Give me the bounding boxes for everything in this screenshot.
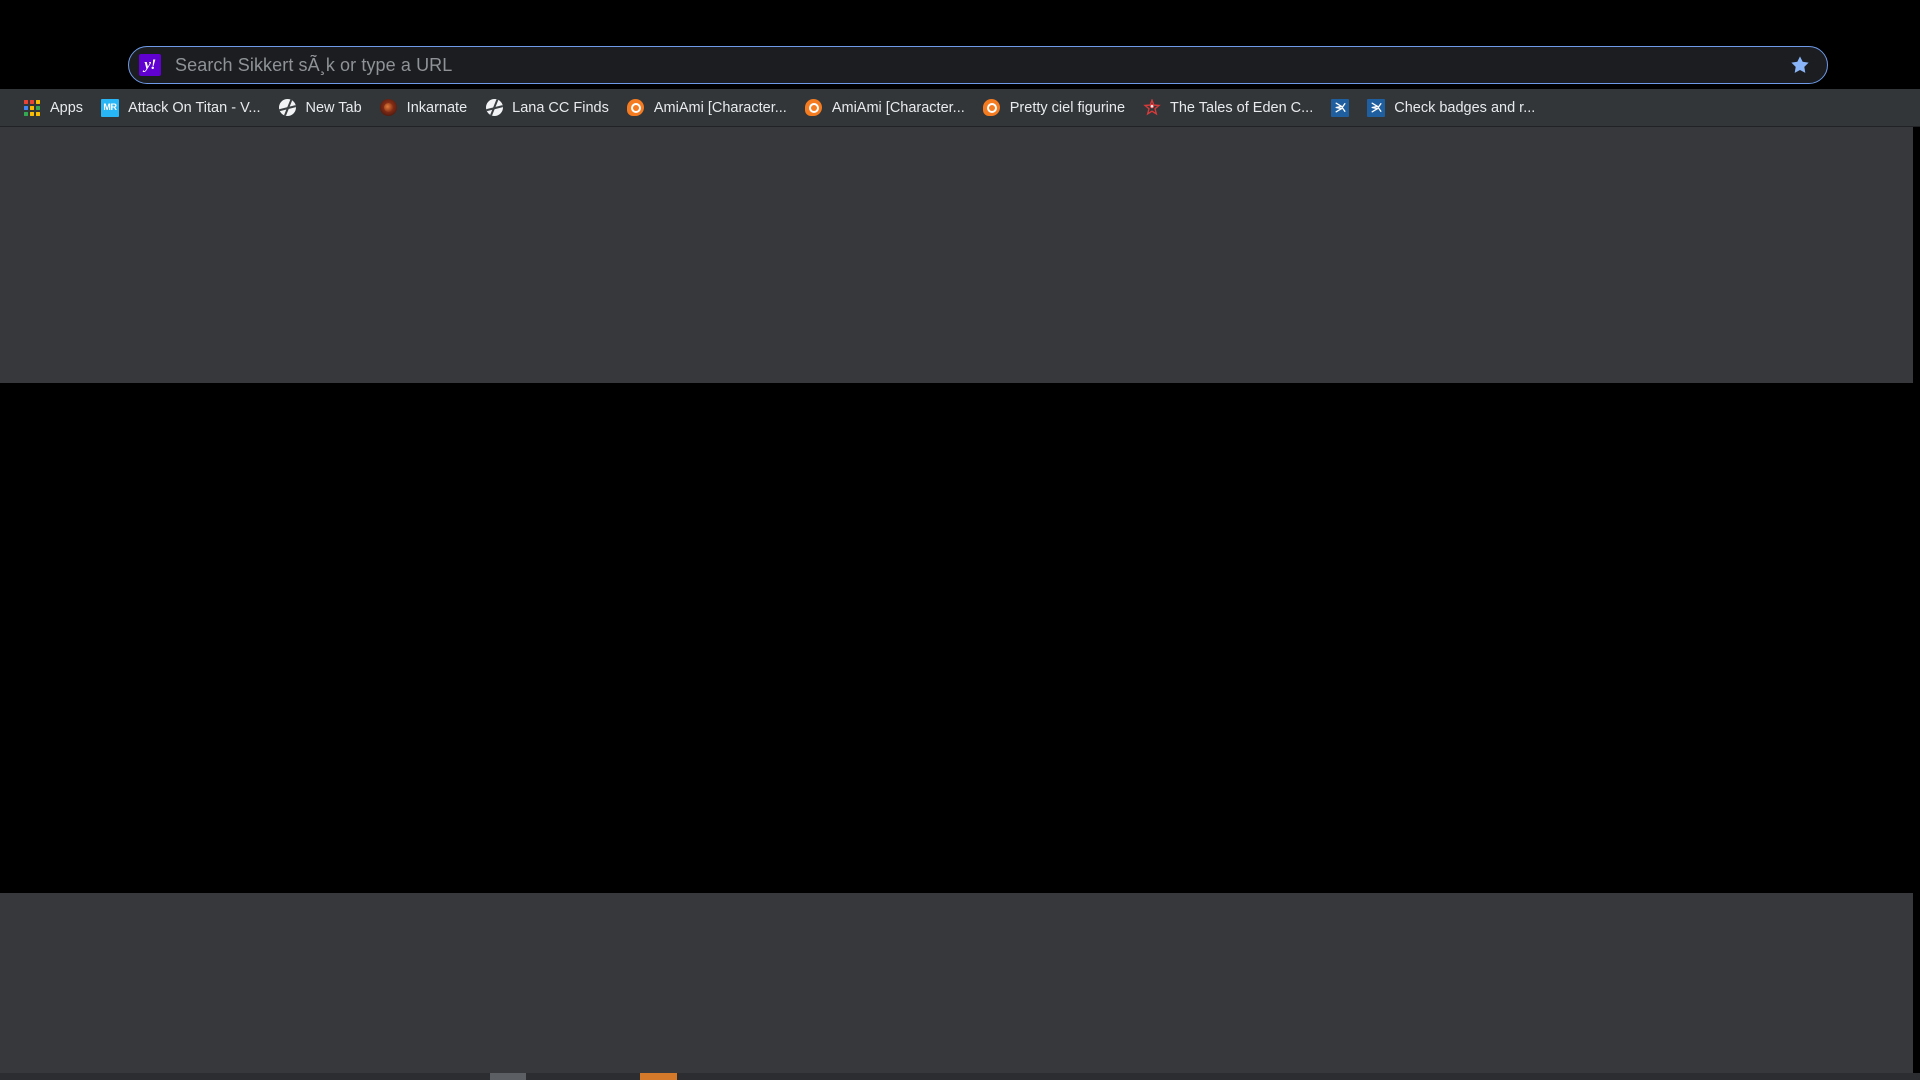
bookmark-item-amiami-1[interactable]: AmiAmi [Character...: [618, 94, 796, 122]
bookmark-item-xsplit-icon-only[interactable]: [1322, 94, 1358, 122]
bookmark-item-new-tab[interactable]: New Tab: [270, 94, 371, 122]
xsplit-icon: [1367, 98, 1386, 117]
star-icon[interactable]: [1787, 52, 1813, 78]
bookmark-item-inkarnate[interactable]: Inkarnate: [371, 94, 476, 122]
amiami-icon: [805, 99, 823, 117]
address-bar[interactable]: y! Search Sikkert sÃ¸k or type a URL: [128, 46, 1828, 84]
eden-star-icon: [1143, 98, 1161, 117]
orange-segment: [640, 1073, 677, 1080]
bookmark-label: AmiAmi [Character...: [653, 99, 787, 116]
bookmark-label: Check badges and r...: [1394, 99, 1536, 116]
bookmark-item-apps[interactable]: Apps: [14, 94, 92, 122]
bookmark-label: The Tales of Eden C...: [1170, 99, 1314, 116]
amiami-icon: [983, 99, 1001, 117]
bookmark-item-check-badges[interactable]: Check badges and r...: [1358, 94, 1544, 122]
yahoo-icon: y!: [139, 54, 161, 76]
globe-icon: [279, 99, 297, 117]
address-bar-placeholder: Search Sikkert sÃ¸k or type a URL: [175, 54, 453, 75]
globe-icon: [485, 99, 503, 117]
bookmark-label: AmiAmi [Character...: [831, 99, 965, 116]
bookmark-label: Attack On Titan - V...: [128, 99, 261, 116]
inkarnate-icon: [380, 99, 398, 117]
bookmark-item-amiami-2[interactable]: AmiAmi [Character...: [796, 94, 974, 122]
bookmark-item-tales-of-eden[interactable]: The Tales of Eden C...: [1134, 94, 1322, 122]
bookmark-item-lana-cc-finds[interactable]: Lana CC Finds: [476, 94, 618, 122]
bookmark-label: Lana CC Finds: [512, 99, 609, 116]
bookmark-label: Inkarnate: [406, 99, 468, 116]
bookmark-item-pretty-ciel-figurine[interactable]: Pretty ciel figurine: [974, 94, 1134, 122]
amiami-icon: [627, 99, 645, 117]
bookmark-label: Apps: [50, 99, 84, 116]
browser-window: y! Search Sikkert sÃ¸k or type a URL App…: [0, 0, 1920, 1080]
taskbar-progress-strip: [0, 1073, 1920, 1080]
bookmark-label: Pretty ciel figurine: [1009, 99, 1126, 116]
page-content-area: [0, 127, 1913, 1080]
bookmarks-bar: Apps MR Attack On Titan - V... New Tab I…: [0, 89, 1920, 127]
yahoo-icon-glyph: y!: [144, 56, 156, 73]
bookmark-label: New Tab: [305, 99, 362, 116]
bookmark-item-attack-on-titan[interactable]: MR Attack On Titan - V...: [92, 94, 269, 122]
mr-icon: MR: [101, 98, 120, 117]
page-right-gutter: [1913, 127, 1920, 1080]
browser-toolbar: y! Search Sikkert sÃ¸k or type a URL: [0, 0, 1920, 89]
page-content-black-band: [0, 383, 1913, 893]
xsplit-icon: [1331, 98, 1350, 117]
gray-segment: [490, 1073, 526, 1080]
apps-grid-icon: [23, 99, 41, 117]
